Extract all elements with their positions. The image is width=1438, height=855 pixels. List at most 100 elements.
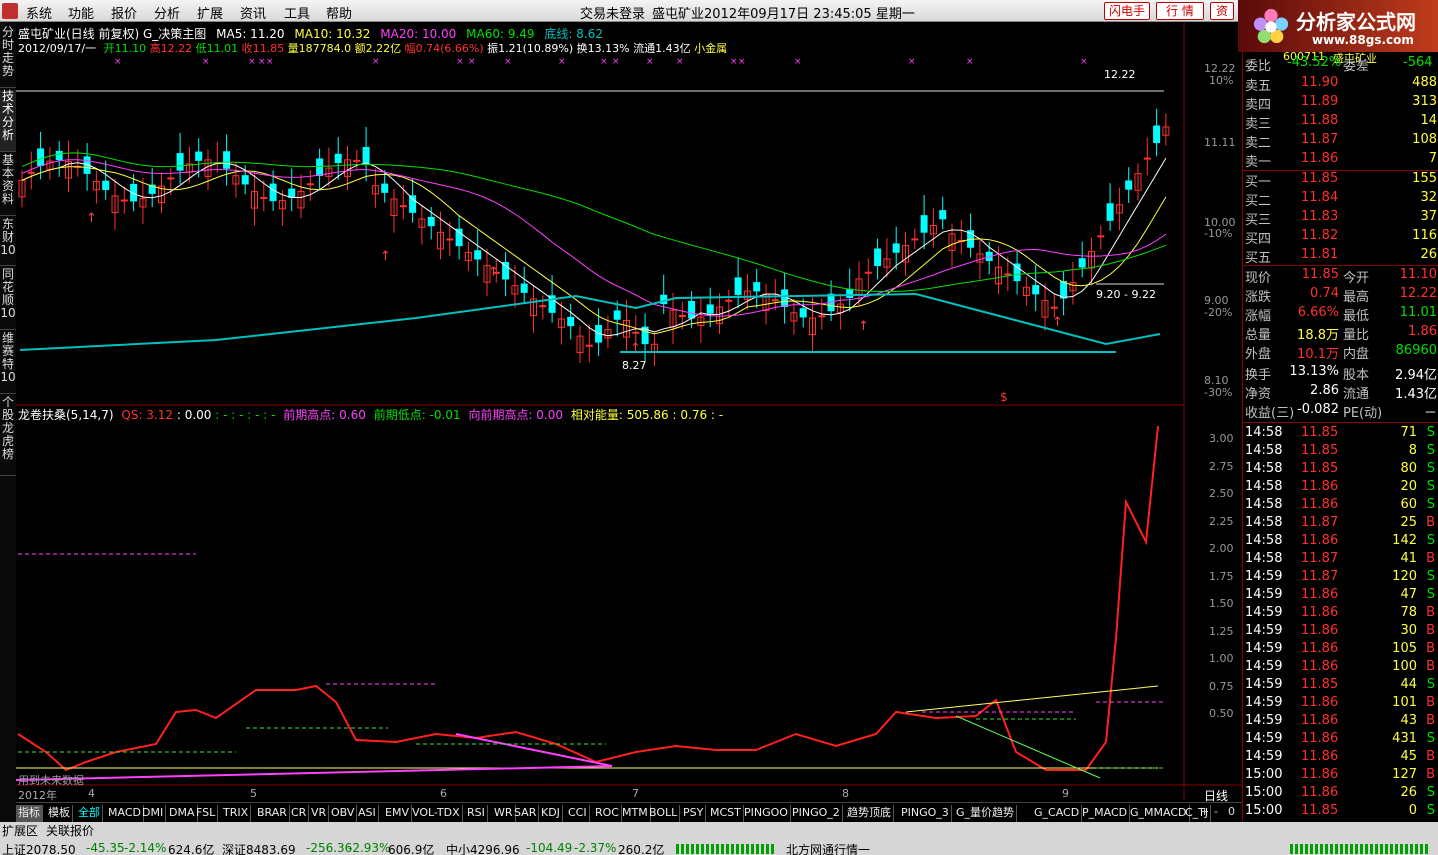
bar-turnover: 换13.13% [576, 42, 630, 55]
ask-row[interactable]: 卖三 11.88 14 [1243, 112, 1438, 132]
indicator-tab[interactable]: BOLL [647, 805, 681, 822]
tick-side: B [1426, 515, 1435, 530]
menu-help[interactable]: 帮助 [326, 3, 352, 22]
indicator-tab[interactable]: PINGO_3 [899, 805, 952, 822]
menu-quote[interactable]: 报价 [111, 3, 137, 22]
indicator-tab[interactable]: DMI [140, 805, 167, 822]
ask-row[interactable]: 卖四 11.89 313 [1243, 93, 1438, 113]
news-ticker[interactable]: 北方网通行情一 [786, 841, 870, 855]
indicator-tab[interactable]: PSY [681, 805, 707, 822]
indicator-tab[interactable]: RSI [465, 805, 488, 822]
tab-eastmoney[interactable]: 东财10 [0, 218, 16, 266]
tick-price: 11.85 [1301, 461, 1339, 476]
brand-url[interactable]: www.88gs.com [1312, 33, 1414, 47]
tab-tonghuashun[interactable]: 同花顺10 [0, 268, 16, 330]
ask-price: 11.88 [1301, 113, 1339, 128]
buy-arrow-icon: ↑ [86, 211, 97, 226]
app-window: 系统 功能 报价 分析 扩展 资讯 工具 帮助 交易未登录 盛屯矿业2012年0… [0, 0, 1438, 855]
indicator-tab[interactable]: CR [289, 805, 310, 822]
indicator-tab[interactable]: CCI [566, 805, 590, 822]
tab-weisaite[interactable]: 维赛特10 [0, 332, 16, 394]
indicator-tab[interactable]: G_量价趋势 [954, 805, 1018, 822]
indicator-tab[interactable]: 指标 [16, 805, 43, 822]
indicator-tab[interactable]: MCST [708, 805, 744, 822]
indicator-tab[interactable]: ASI [356, 805, 379, 822]
indicator-tab[interactable]: ROC [593, 805, 622, 822]
tab-intraday[interactable]: 分时走势 [0, 26, 16, 88]
indicator-tab[interactable]: PINGO_2 [790, 805, 843, 822]
candle-body [474, 250, 482, 260]
indicator-tab[interactable]: FSL [194, 805, 219, 822]
indicator-tab[interactable]: G_MMACD [1128, 805, 1190, 822]
bid-row[interactable]: 买二 11.84 32 [1243, 189, 1438, 209]
tick-row: 14:59 11.86 78 B [1243, 604, 1438, 622]
stat-row: 换手 13.13% 股本 2.94亿 [1243, 363, 1438, 383]
tick-price: 11.86 [1301, 731, 1339, 746]
x-marker: × [612, 57, 620, 67]
stat-value-a: 18.8万 [1297, 328, 1339, 343]
candle-body [288, 188, 296, 198]
stat-value-b: 12.22 [1399, 286, 1437, 301]
stat-label-a: 换手 [1245, 368, 1272, 383]
indicator-tab[interactable]: VOL-TDX [410, 805, 463, 822]
stat-label-b: 最高 [1343, 290, 1370, 305]
ask-row[interactable]: 卖五 11.90 488 [1243, 74, 1438, 94]
tab-dragon-tiger[interactable]: 个股龙虎榜 [0, 396, 16, 476]
bar-open: 开11.10 [103, 42, 147, 55]
menu-system[interactable]: 系统 [26, 3, 52, 22]
flash-trade-button[interactable]: 闪电手 [1104, 2, 1150, 20]
indicator-tab[interactable]: P_MACD [1080, 805, 1131, 822]
bid-row[interactable]: 买三 11.83 37 [1243, 208, 1438, 228]
ma5-label: MA5: 11.20 [216, 27, 285, 41]
indicator-tab[interactable]: MACD [106, 805, 144, 822]
ask-row[interactable]: 卖二 11.87 108 [1243, 131, 1438, 151]
tick-row: 14:58 11.86 142 S [1243, 532, 1438, 550]
bar-range: 幅0.74(6.66%) [404, 42, 484, 55]
bid-row[interactable]: 买五 11.81 26 [1243, 246, 1438, 266]
zoom-out-icon[interactable]: - [1214, 805, 1218, 818]
indicator-tab[interactable]: SAR [512, 805, 540, 822]
indicator-tab[interactable]: BRAR [255, 805, 290, 822]
zoom-in-icon[interactable]: + [1200, 805, 1209, 818]
candle-body [316, 158, 324, 177]
indicator-tab[interactable]: 模板 [46, 805, 73, 822]
indicator-tab[interactable]: OBV [329, 805, 358, 822]
menu-analysis[interactable]: 分析 [154, 3, 180, 22]
industry-tag: 小金属 [694, 42, 728, 55]
indicator-tab[interactable]: PINGOO [742, 805, 791, 822]
linked-quote-link[interactable]: 关联报价 [46, 822, 94, 839]
candle-body [846, 288, 854, 299]
indicator-tab[interactable]: G_CACD [1032, 805, 1083, 822]
indicator-tab[interactable]: DMA [167, 805, 198, 822]
ask-row[interactable]: 卖一 11.86 7 [1243, 150, 1438, 170]
tick-row: 14:59 11.86 45 B [1243, 748, 1438, 766]
menu-news[interactable]: 资讯 [240, 3, 266, 22]
tab-fundamentals[interactable]: 基本资料 [0, 154, 16, 216]
tick-volume: 44 [1400, 677, 1417, 692]
menu-extend[interactable]: 扩展 [197, 3, 223, 22]
tick-row: 14:59 11.86 43 B [1243, 712, 1438, 730]
indicator-tab[interactable]: EMV [383, 805, 412, 822]
indicator-tab[interactable]: TRIX [221, 805, 252, 822]
quote-button[interactable]: 行 情 [1156, 2, 1204, 20]
extension-area-link[interactable]: 扩展区 [2, 822, 38, 839]
indicator-tab[interactable]: VR [309, 805, 330, 822]
tick-side: B [1426, 713, 1435, 728]
pct-axis-2: -20% [1204, 306, 1233, 319]
indicator-tab[interactable]: KDJ [539, 805, 563, 822]
indicator-tab[interactable]: 趋势顶底 [845, 805, 894, 822]
asset-button[interactable]: 资 [1210, 2, 1234, 20]
bid-label: 买五 [1245, 251, 1272, 266]
bid-row[interactable]: 买四 11.82 116 [1243, 227, 1438, 247]
chart-area[interactable]: × × × × × × × × × × × × × × × × × × × × ↑ ↑ ↑ ↑ ↑ ↑ 盛屯矿业(日线 前复权) … [16, 22, 1242, 803]
indicator-tab[interactable]: 全部 [76, 805, 103, 822]
menu-function[interactable]: 功能 [68, 3, 94, 22]
tab-technical[interactable]: 技术分析 [0, 90, 16, 152]
ind-axis-0: 3.00 [1209, 432, 1234, 445]
bid-row[interactable]: 买一 11.85 155 [1243, 170, 1438, 190]
sme-amount: 260.2亿 [618, 843, 665, 855]
reset-icon[interactable]: 0 [1228, 805, 1235, 818]
indicator-to-high: 向前期高点: 0.00 [468, 408, 564, 422]
menu-tools[interactable]: 工具 [284, 3, 310, 22]
stat-value-a: 2.86 [1310, 383, 1339, 398]
